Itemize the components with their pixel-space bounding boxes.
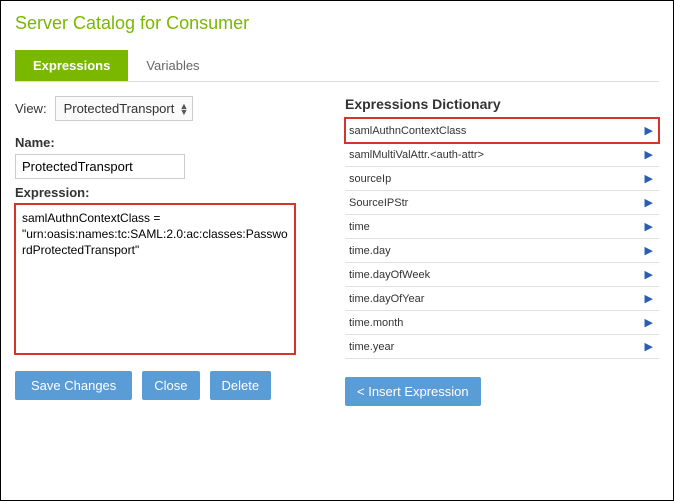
dict-item-label: samlMultiValAttr.<auth-attr> (349, 149, 484, 161)
chevron-right-icon: ▶ (645, 220, 653, 233)
view-select[interactable]: ProtectedTransport ▲▼ (55, 96, 194, 121)
dict-item-samlauthncontextclass[interactable]: samlAuthnContextClass ▶ (345, 118, 659, 143)
chevron-right-icon: ▶ (645, 124, 653, 137)
dict-item-samlmultivalattr[interactable]: samlMultiValAttr.<auth-attr> ▶ (345, 143, 659, 167)
dict-item-label: time.month (349, 317, 403, 329)
name-input[interactable] (15, 154, 185, 179)
dict-item-time[interactable]: time ▶ (345, 215, 659, 239)
dict-item-sourceip[interactable]: sourceIp ▶ (345, 167, 659, 191)
tab-expressions[interactable]: Expressions (15, 50, 128, 81)
dict-item-label: time.year (349, 341, 394, 353)
chevron-right-icon: ▶ (645, 196, 653, 209)
page-title: Server Catalog for Consumer (15, 13, 659, 34)
chevron-right-icon: ▶ (645, 244, 653, 257)
chevron-right-icon: ▶ (645, 172, 653, 185)
dictionary-list: samlAuthnContextClass ▶ samlMultiValAttr… (345, 118, 659, 359)
dict-item-time-day[interactable]: time.day ▶ (345, 239, 659, 263)
select-updown-icon: ▲▼ (179, 103, 188, 115)
dict-item-sourceipstr[interactable]: SourceIPStr ▶ (345, 191, 659, 215)
chevron-right-icon: ▶ (645, 292, 653, 305)
dict-item-label: time.dayOfYear (349, 293, 424, 305)
dict-item-time-dayofweek[interactable]: time.dayOfWeek ▶ (345, 263, 659, 287)
save-button[interactable]: Save Changes (15, 371, 132, 400)
dict-item-label: sourceIp (349, 173, 391, 185)
tab-variables[interactable]: Variables (128, 50, 217, 81)
dict-item-time-year[interactable]: time.year ▶ (345, 335, 659, 359)
expression-textarea[interactable] (15, 204, 295, 354)
chevron-right-icon: ▶ (645, 316, 653, 329)
chevron-right-icon: ▶ (645, 148, 653, 161)
dict-item-time-dayofyear[interactable]: time.dayOfYear ▶ (345, 287, 659, 311)
chevron-right-icon: ▶ (645, 340, 653, 353)
delete-button[interactable]: Delete (210, 371, 272, 400)
view-label: View: (15, 101, 47, 116)
expression-label: Expression: (15, 185, 315, 200)
view-select-value: ProtectedTransport (64, 101, 175, 116)
dict-item-label: samlAuthnContextClass (349, 125, 466, 137)
dict-item-label: time.day (349, 245, 391, 257)
close-button[interactable]: Close (142, 371, 199, 400)
dict-item-label: SourceIPStr (349, 197, 408, 209)
name-label: Name: (15, 135, 315, 150)
chevron-right-icon: ▶ (645, 268, 653, 281)
dict-item-label: time (349, 221, 370, 233)
insert-expression-button[interactable]: < Insert Expression (345, 377, 481, 406)
dictionary-title: Expressions Dictionary (345, 96, 659, 112)
tab-bar: Expressions Variables (15, 50, 659, 82)
dict-item-time-month[interactable]: time.month ▶ (345, 311, 659, 335)
dict-item-label: time.dayOfWeek (349, 269, 430, 281)
